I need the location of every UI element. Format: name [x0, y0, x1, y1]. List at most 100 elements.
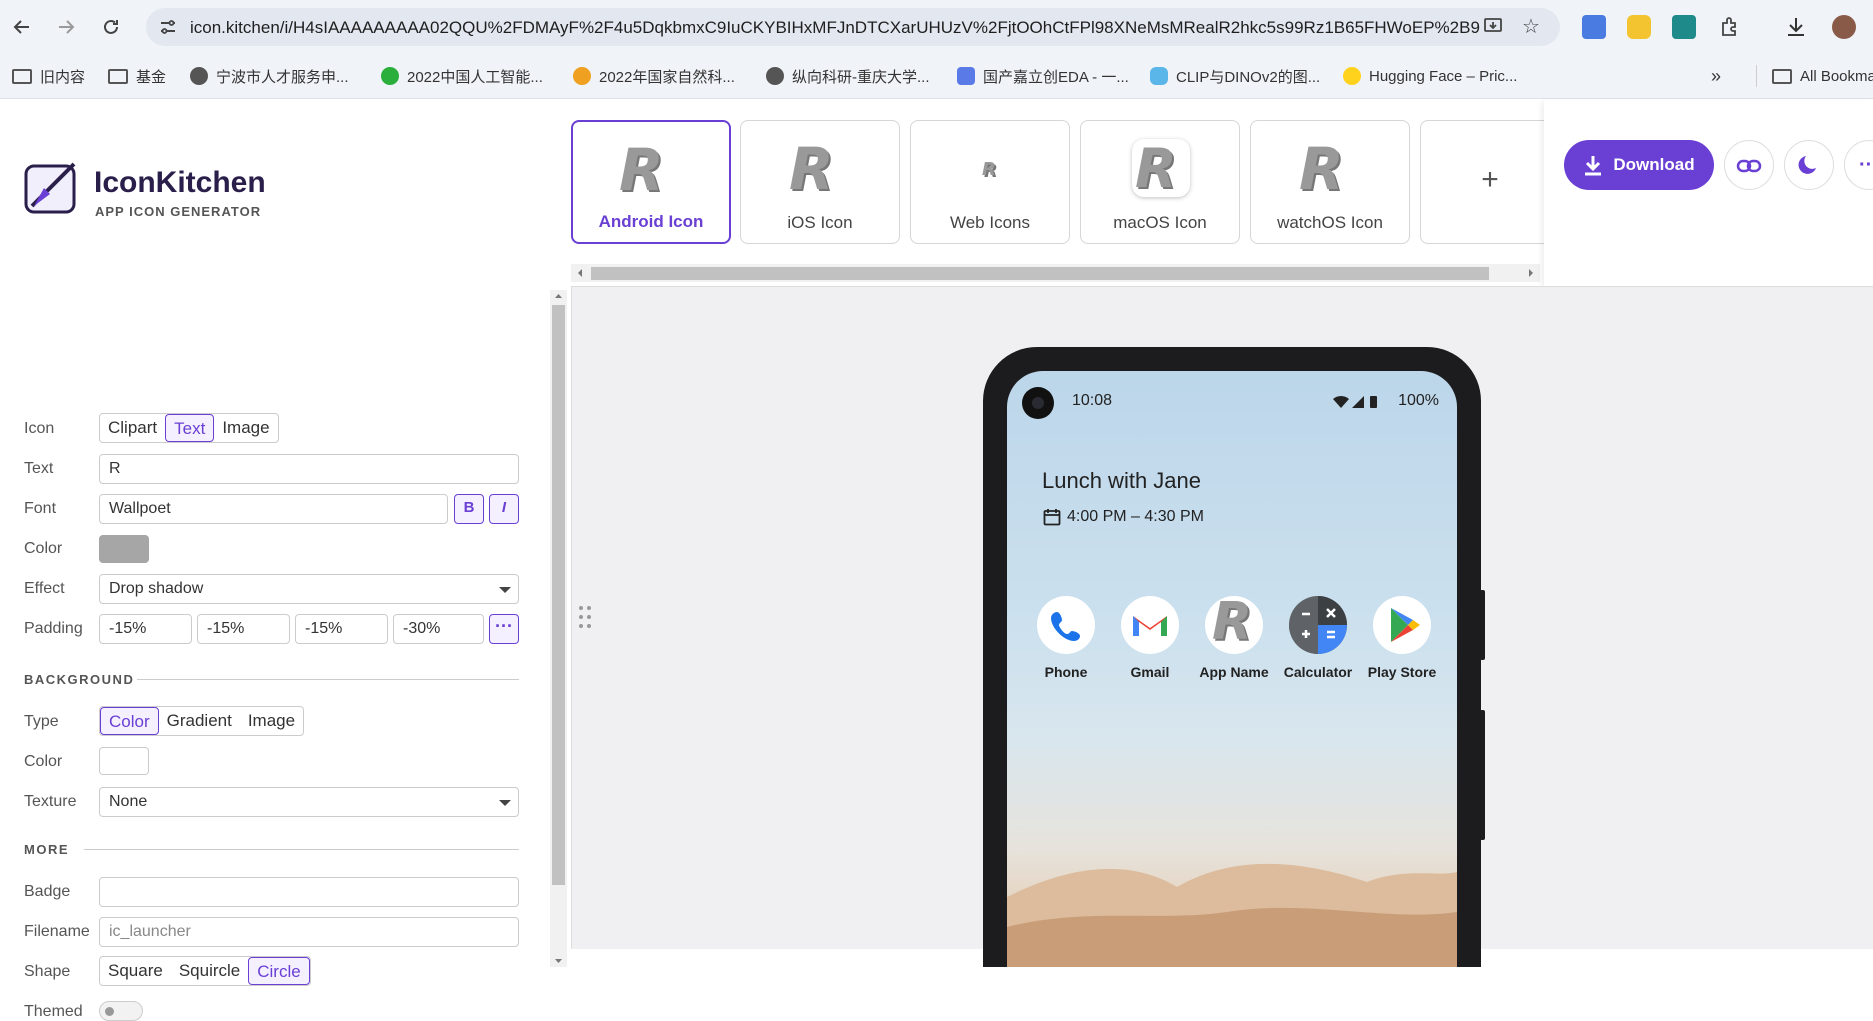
color-label: Color — [24, 540, 63, 557]
scroll-up-icon[interactable] — [550, 290, 567, 302]
filename-input[interactable]: ic_launcher — [99, 917, 519, 947]
scrollbar-thumb[interactable] — [552, 305, 565, 885]
site-settings-icon[interactable] — [158, 17, 178, 37]
downloads-icon[interactable] — [1784, 15, 1808, 39]
download-button[interactable]: Download — [1564, 140, 1714, 190]
url-text[interactable]: icon.kitchen/i/H4sIAAAAAAAAA02QQU%2FDMAy… — [190, 18, 1480, 38]
phone-icon — [1037, 596, 1095, 654]
background-section-title: BACKGROUND — [24, 672, 135, 687]
icon-option-image[interactable]: Image — [214, 414, 277, 442]
brand-subtitle: APP ICON GENERATOR — [95, 204, 262, 219]
texture-label: Texture — [24, 793, 77, 810]
app-label: App Name — [1199, 664, 1269, 680]
profile-avatar[interactable] — [1832, 15, 1856, 39]
bookmark-item[interactable]: 国产嘉立创EDA - 一... — [957, 65, 1129, 87]
app-gmail[interactable]: Gmail — [1108, 596, 1192, 680]
shape-option-circle[interactable]: Circle — [248, 957, 310, 985]
back-button[interactable] — [8, 13, 36, 41]
extension-icon[interactable] — [1672, 15, 1696, 39]
download-label: Download — [1613, 155, 1695, 174]
tab-label: watchOS Icon — [1277, 213, 1383, 232]
tab-macos-icon[interactable]: R macOS Icon — [1080, 120, 1240, 244]
bg-option-color[interactable]: Color — [100, 707, 159, 735]
bookmark-star-icon[interactable]: ☆ — [1520, 16, 1542, 38]
wechat-icon — [381, 67, 399, 85]
background-color-swatch[interactable] — [99, 747, 149, 775]
icon-option-text[interactable]: Text — [165, 414, 215, 442]
bg-option-gradient[interactable]: Gradient — [159, 707, 240, 735]
dark-mode-button[interactable] — [1784, 140, 1834, 190]
section-divider — [84, 849, 519, 850]
shape-option-square[interactable]: Square — [100, 957, 171, 985]
tab-android-icon[interactable]: R Android Icon — [571, 120, 731, 244]
bookmark-item[interactable]: Hugging Face – Pric... — [1343, 65, 1517, 87]
badge-input[interactable] — [99, 877, 519, 907]
tabs-scrollbar[interactable] — [571, 264, 1540, 282]
bookmark-item[interactable]: 2022中国人工智能... — [381, 65, 543, 87]
badge-label: Badge — [24, 883, 71, 900]
bookmark-item[interactable]: 2022年国家自然科... — [573, 65, 735, 87]
italic-button[interactable]: I — [489, 494, 519, 524]
effect-select[interactable]: Drop shadow — [99, 574, 519, 604]
all-bookmarks-button[interactable]: All Bookmarks — [1772, 65, 1873, 87]
padding-input[interactable]: -30% — [393, 614, 484, 644]
bookmark-item[interactable]: CLIP与DINOv2的图... — [1150, 65, 1320, 87]
app-label: Play Store — [1367, 664, 1437, 680]
sidebar-scrollbar[interactable] — [550, 290, 567, 967]
icon-type-selector: Clipart Text Image — [99, 413, 279, 443]
bookmark-item[interactable]: 基金 — [108, 65, 166, 87]
scroll-right-icon[interactable] — [1524, 264, 1538, 282]
actions-panel: Download ··· — [1544, 100, 1873, 286]
padding-more-button[interactable]: ··· — [489, 614, 519, 644]
text-input[interactable]: R — [99, 454, 519, 484]
tab-label: iOS Icon — [787, 213, 853, 232]
scroll-down-icon[interactable] — [550, 955, 567, 967]
translate-extension-icon[interactable] — [1582, 15, 1606, 39]
tab-ios-icon[interactable]: R iOS Icon — [740, 120, 900, 244]
padding-input[interactable]: -15% — [295, 614, 388, 644]
drag-handle-icon[interactable] — [578, 605, 592, 629]
phone-mockup: 10:08 100% Lunch with Jane 4:00 PM – 4:3… — [983, 347, 1481, 967]
padding-input[interactable]: -15% — [197, 614, 290, 644]
eda-icon — [957, 67, 975, 85]
settings-sidebar: Icon Clipart Text Image Text R Font Wall… — [0, 280, 550, 1021]
notes-extension-icon[interactable] — [1627, 15, 1651, 39]
icon-option-clipart[interactable]: Clipart — [100, 414, 165, 442]
bg-option-image[interactable]: Image — [240, 707, 303, 735]
foreground-color-swatch[interactable] — [99, 535, 149, 563]
extensions-puzzle-icon[interactable] — [1718, 15, 1742, 39]
padding-label: Padding — [24, 620, 83, 637]
address-bar[interactable]: icon.kitchen/i/H4sIAAAAAAAAA02QQU%2FDMAy… — [146, 8, 1560, 46]
bookmarks-divider — [1756, 65, 1757, 87]
bold-button[interactable]: B — [454, 494, 484, 524]
font-input[interactable]: Wallpoet — [99, 494, 448, 524]
shape-option-squircle[interactable]: Squircle — [171, 957, 248, 985]
tab-web-icons[interactable]: R Web Icons — [910, 120, 1070, 244]
themed-toggle[interactable] — [99, 1001, 143, 1021]
app-calculator[interactable]: Calculator — [1276, 596, 1360, 680]
scrollbar-thumb[interactable] — [591, 267, 1489, 280]
forward-button[interactable] — [52, 13, 80, 41]
more-options-button[interactable]: ··· — [1844, 140, 1873, 190]
bookmark-item[interactable]: 纵向科研-重庆大学... — [766, 65, 930, 87]
globe-icon — [766, 67, 784, 85]
share-link-button[interactable] — [1724, 140, 1774, 190]
tab-add-platform[interactable]: + — [1420, 120, 1560, 244]
install-app-icon[interactable] — [1482, 16, 1504, 38]
scroll-left-icon[interactable] — [573, 264, 587, 282]
tab-watchos-icon[interactable]: R watchOS Icon — [1250, 120, 1410, 244]
bookmark-item[interactable]: 宁波市人才服务申... — [190, 65, 349, 87]
bookmark-item[interactable]: 旧内容 — [12, 65, 85, 87]
app-phone[interactable]: Phone — [1024, 596, 1108, 680]
more-bookmarks-button[interactable]: » — [1711, 65, 1721, 87]
padding-input[interactable]: -15% — [99, 614, 192, 644]
app-app-name[interactable]: R App Name — [1192, 596, 1276, 680]
texture-select[interactable]: None — [99, 787, 519, 817]
globe-icon — [190, 67, 208, 85]
app-play-store[interactable]: Play Store — [1360, 596, 1444, 680]
r-glyph-preview: R — [789, 135, 834, 203]
iconkitchen-logo-icon — [24, 162, 76, 214]
gmail-icon — [1121, 596, 1179, 654]
reload-button[interactable] — [97, 13, 125, 41]
more-section-title: MORE — [24, 842, 69, 857]
